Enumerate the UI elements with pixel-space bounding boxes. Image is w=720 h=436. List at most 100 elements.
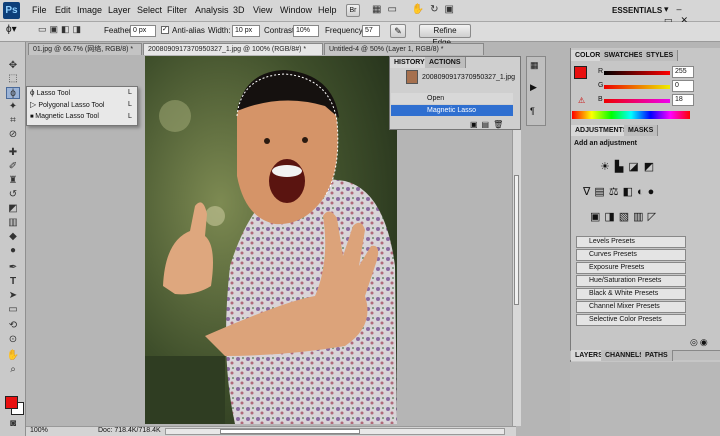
preset-channel-mixer[interactable]: Channel Mixer Presets xyxy=(576,301,686,313)
gamut-warning-icon[interactable]: ⚠ xyxy=(578,96,585,105)
menu-image[interactable]: Image xyxy=(77,5,102,15)
shape-tool-icon[interactable]: ▭ xyxy=(6,304,20,316)
g-value[interactable]: 0 xyxy=(672,80,694,92)
history-brush-icon[interactable]: ↺ xyxy=(6,189,20,201)
tab-styles[interactable]: STYLES xyxy=(642,50,679,61)
move-tool-icon[interactable]: ✥ xyxy=(6,60,20,72)
zoom-tool-icon[interactable]: ⌕ xyxy=(6,364,20,376)
history-snapshot-name[interactable]: 2008090917370950327_1.jpg xyxy=(422,74,515,81)
adjustments-heading: Add an adjustment xyxy=(574,140,638,147)
color-ramp[interactable] xyxy=(572,111,690,119)
tab-masks[interactable]: MASKS xyxy=(624,125,659,136)
preset-exposure[interactable]: Exposure Presets xyxy=(576,262,686,274)
flyout-polygonal-key: L xyxy=(128,101,132,108)
menu-filter[interactable]: Filter xyxy=(167,5,187,15)
menu-select[interactable]: Select xyxy=(137,5,162,15)
menu-edit[interactable]: Edit xyxy=(55,5,71,15)
menu-analysis[interactable]: Analysis xyxy=(195,5,229,15)
tab-history[interactable]: HISTORY xyxy=(390,57,430,68)
g-slider[interactable] xyxy=(604,85,670,89)
preset-hue-saturation[interactable]: Hue/Saturation Presets xyxy=(576,275,686,287)
tab-actions[interactable]: ACTIONS xyxy=(425,57,466,68)
3d-orbit-icon[interactable]: ⊙ xyxy=(6,334,20,346)
preset-curves[interactable]: Curves Presets xyxy=(576,249,686,261)
refine-edge-button[interactable]: Refine Edge... xyxy=(419,24,471,47)
contrast-input[interactable]: 10% xyxy=(293,25,319,37)
r-slider[interactable] xyxy=(604,71,670,75)
color-fg-swatch[interactable] xyxy=(574,66,587,79)
3d-rotate-icon[interactable]: ⟲ xyxy=(6,320,20,332)
b-slider[interactable] xyxy=(604,99,670,103)
b-value[interactable]: 18 xyxy=(672,94,694,106)
doc-tab-untitled[interactable]: Untitled-4 @ 50% (Layer 1, RGB/8) * xyxy=(324,43,484,55)
path-selection-icon[interactable]: ➤ xyxy=(6,290,20,302)
gradient-icon[interactable]: ▥ xyxy=(6,217,20,229)
photo-image xyxy=(145,56,397,424)
history-footer-icons[interactable]: ▣▤🗑 xyxy=(470,120,507,129)
pen-tool-icon[interactable]: ✒ xyxy=(6,262,20,274)
antialias-checkbox[interactable]: ✓ xyxy=(161,26,169,34)
frequency-input[interactable]: 57 xyxy=(362,25,380,37)
adjustment-icons-row1[interactable]: ☀▙◪◩ xyxy=(600,160,659,173)
b-label: B xyxy=(598,96,603,103)
feather-input[interactable]: 0 px xyxy=(130,25,156,37)
tablet-pressure-icon[interactable]: ✎ xyxy=(390,24,406,38)
preset-black-white[interactable]: Black & White Presets xyxy=(576,288,686,300)
history-snapshot-thumbnail xyxy=(406,70,418,84)
blur-tool-icon[interactable]: ◆ xyxy=(6,231,20,243)
tab-swatches[interactable]: SWATCHES xyxy=(600,50,649,61)
document-canvas[interactable] xyxy=(145,56,397,424)
history-panel-icon[interactable]: ▦ xyxy=(530,60,542,72)
flyout-lasso-tool[interactable]: ϕ Lasso Tool xyxy=(30,87,138,99)
lasso-preset-icon[interactable]: ϕ▾ xyxy=(6,24,26,38)
adjustments-footer-icons[interactable]: ◎◉ xyxy=(690,337,710,348)
history-item-magnetic-lasso[interactable]: Magnetic Lasso xyxy=(391,105,513,116)
adjustment-icons-row3[interactable]: ▣◨▧▥◸ xyxy=(590,210,660,223)
actions-panel-icon[interactable]: ▶ xyxy=(530,82,542,94)
g-label: G xyxy=(598,82,604,89)
menu-layer[interactable]: Layer xyxy=(108,5,131,15)
menu-window[interactable]: Window xyxy=(280,5,312,15)
selection-mode-icons[interactable]: ▭▣◧◨ xyxy=(38,24,100,38)
vertical-scroll-thumb[interactable] xyxy=(514,175,519,305)
adjustment-icons-row2[interactable]: ∇▤⚖◧◐● xyxy=(583,185,658,198)
width-input[interactable]: 10 px xyxy=(232,25,260,37)
horizontal-scroll-thumb[interactable] xyxy=(220,429,360,434)
zoom-level[interactable]: 100% xyxy=(30,427,48,434)
menu-file[interactable]: File xyxy=(32,5,47,15)
flyout-polygonal-lasso[interactable]: ▷ Polygonal Lasso Tool xyxy=(30,99,138,111)
workspace-switcher[interactable]: ESSENTIALS xyxy=(612,6,662,15)
paragraph-panel-icon[interactable]: ¶ xyxy=(530,106,542,118)
r-value[interactable]: 255 xyxy=(672,66,694,78)
menu-help[interactable]: Help xyxy=(318,5,337,15)
flyout-magnetic-lasso[interactable]: ■ Magnetic Lasso Tool xyxy=(30,111,138,123)
foreground-color-swatch-top[interactable] xyxy=(5,396,18,409)
antialias-label: Anti-alias xyxy=(172,26,205,35)
lasso-tool-icon[interactable]: ϕ xyxy=(6,87,20,99)
doc-tab-main[interactable]: 2008090917370950327_1.jpg @ 100% (RGB/8#… xyxy=(143,43,323,55)
tab-paths[interactable]: PATHS xyxy=(641,350,673,361)
hand-tool-icon[interactable]: ✋ xyxy=(6,350,20,362)
eraser-icon[interactable]: ◩ xyxy=(6,203,20,215)
eyedropper-icon[interactable]: ⊘ xyxy=(6,129,20,141)
healing-brush-icon[interactable]: ✚ xyxy=(6,147,20,159)
clone-stamp-icon[interactable]: ♜ xyxy=(6,175,20,187)
dodge-tool-icon[interactable]: ● xyxy=(6,245,20,257)
quick-mask-icon[interactable]: ◙ xyxy=(6,418,20,430)
bridge-button[interactable]: Br xyxy=(346,4,360,17)
doc-tab-01[interactable]: 01.jpg @ 66.7% (网络, RGB/8) * xyxy=(28,43,142,55)
history-item-open[interactable]: Open xyxy=(391,93,513,104)
photoshop-logo: Ps xyxy=(3,2,20,19)
marquee-tool-icon[interactable]: ⬚ xyxy=(6,73,20,85)
type-tool-icon[interactable]: T xyxy=(6,276,20,288)
brush-tool-icon[interactable]: ✐ xyxy=(6,161,20,173)
flyout-lasso-key: L xyxy=(128,89,132,96)
preset-levels[interactable]: Levels Presets xyxy=(576,236,686,248)
menu-3d[interactable]: 3D xyxy=(233,5,245,15)
preset-selective-color[interactable]: Selective Color Presets xyxy=(576,314,686,326)
quick-selection-icon[interactable]: ✦ xyxy=(6,101,20,113)
crop-tool-icon[interactable]: ⌗ xyxy=(6,115,20,127)
view-tools-icons[interactable]: ▦▭ ✋↻▣ xyxy=(372,4,462,17)
menu-view[interactable]: View xyxy=(253,5,272,15)
contrast-label: Contrast: xyxy=(264,26,297,35)
